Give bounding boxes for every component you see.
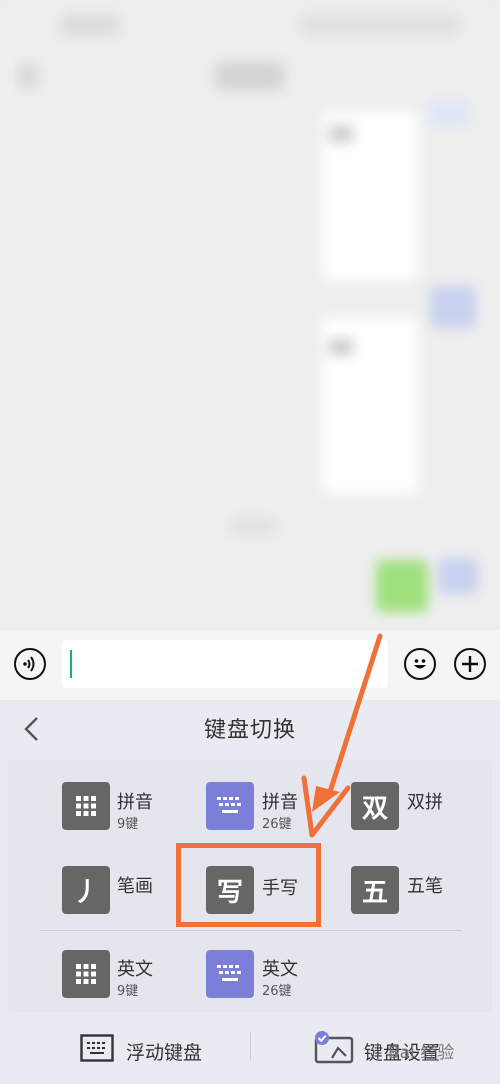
options-divider: [40, 930, 462, 931]
watermark: Bai 经验: [388, 1043, 455, 1063]
option-label: 拼音: [117, 792, 153, 813]
shuangpin-icon: 双: [351, 782, 399, 830]
option-sub-label: 26键: [262, 817, 292, 832]
grid-9-icon: [62, 782, 110, 830]
smiley-icon: [414, 659, 426, 669]
option-sub-label: 26键: [262, 984, 292, 999]
keyboard-26-icon: [206, 950, 254, 998]
option-sub-label: 9键: [117, 817, 139, 832]
sound-waves-icon: [23, 656, 35, 672]
keyboard-switch-title: 键盘切换: [203, 718, 296, 743]
keyboard-26-icon: [206, 782, 254, 830]
keyboard-settings-icon[interactable]: [312, 1030, 356, 1066]
text-caret: [70, 650, 72, 678]
stroke-icon: 丿: [62, 866, 110, 914]
plus-icon: [462, 656, 478, 672]
option-label: 笔画: [117, 876, 153, 897]
wubi-icon: 五: [351, 866, 399, 914]
grid-9-icon: [62, 950, 110, 998]
bottom-separator: [250, 1032, 251, 1060]
chat-background: [0, 0, 500, 630]
message-input[interactable]: [62, 640, 388, 688]
floating-keyboard-icon[interactable]: [80, 1034, 114, 1062]
emoji-button[interactable]: [404, 648, 436, 680]
voice-input-icon[interactable]: [14, 648, 46, 680]
option-label: 双拼: [407, 792, 443, 813]
option-label: 五笔: [407, 876, 443, 897]
add-more-button[interactable]: [454, 648, 486, 680]
floating-keyboard-button[interactable]: 浮动键盘: [126, 1038, 202, 1065]
option-sub-label: 9键: [117, 984, 139, 999]
option-label: 英文: [117, 959, 153, 980]
option-label: 英文: [262, 959, 298, 980]
option-label: 拼音: [262, 792, 298, 813]
handwriting-highlight-box: [176, 843, 321, 927]
